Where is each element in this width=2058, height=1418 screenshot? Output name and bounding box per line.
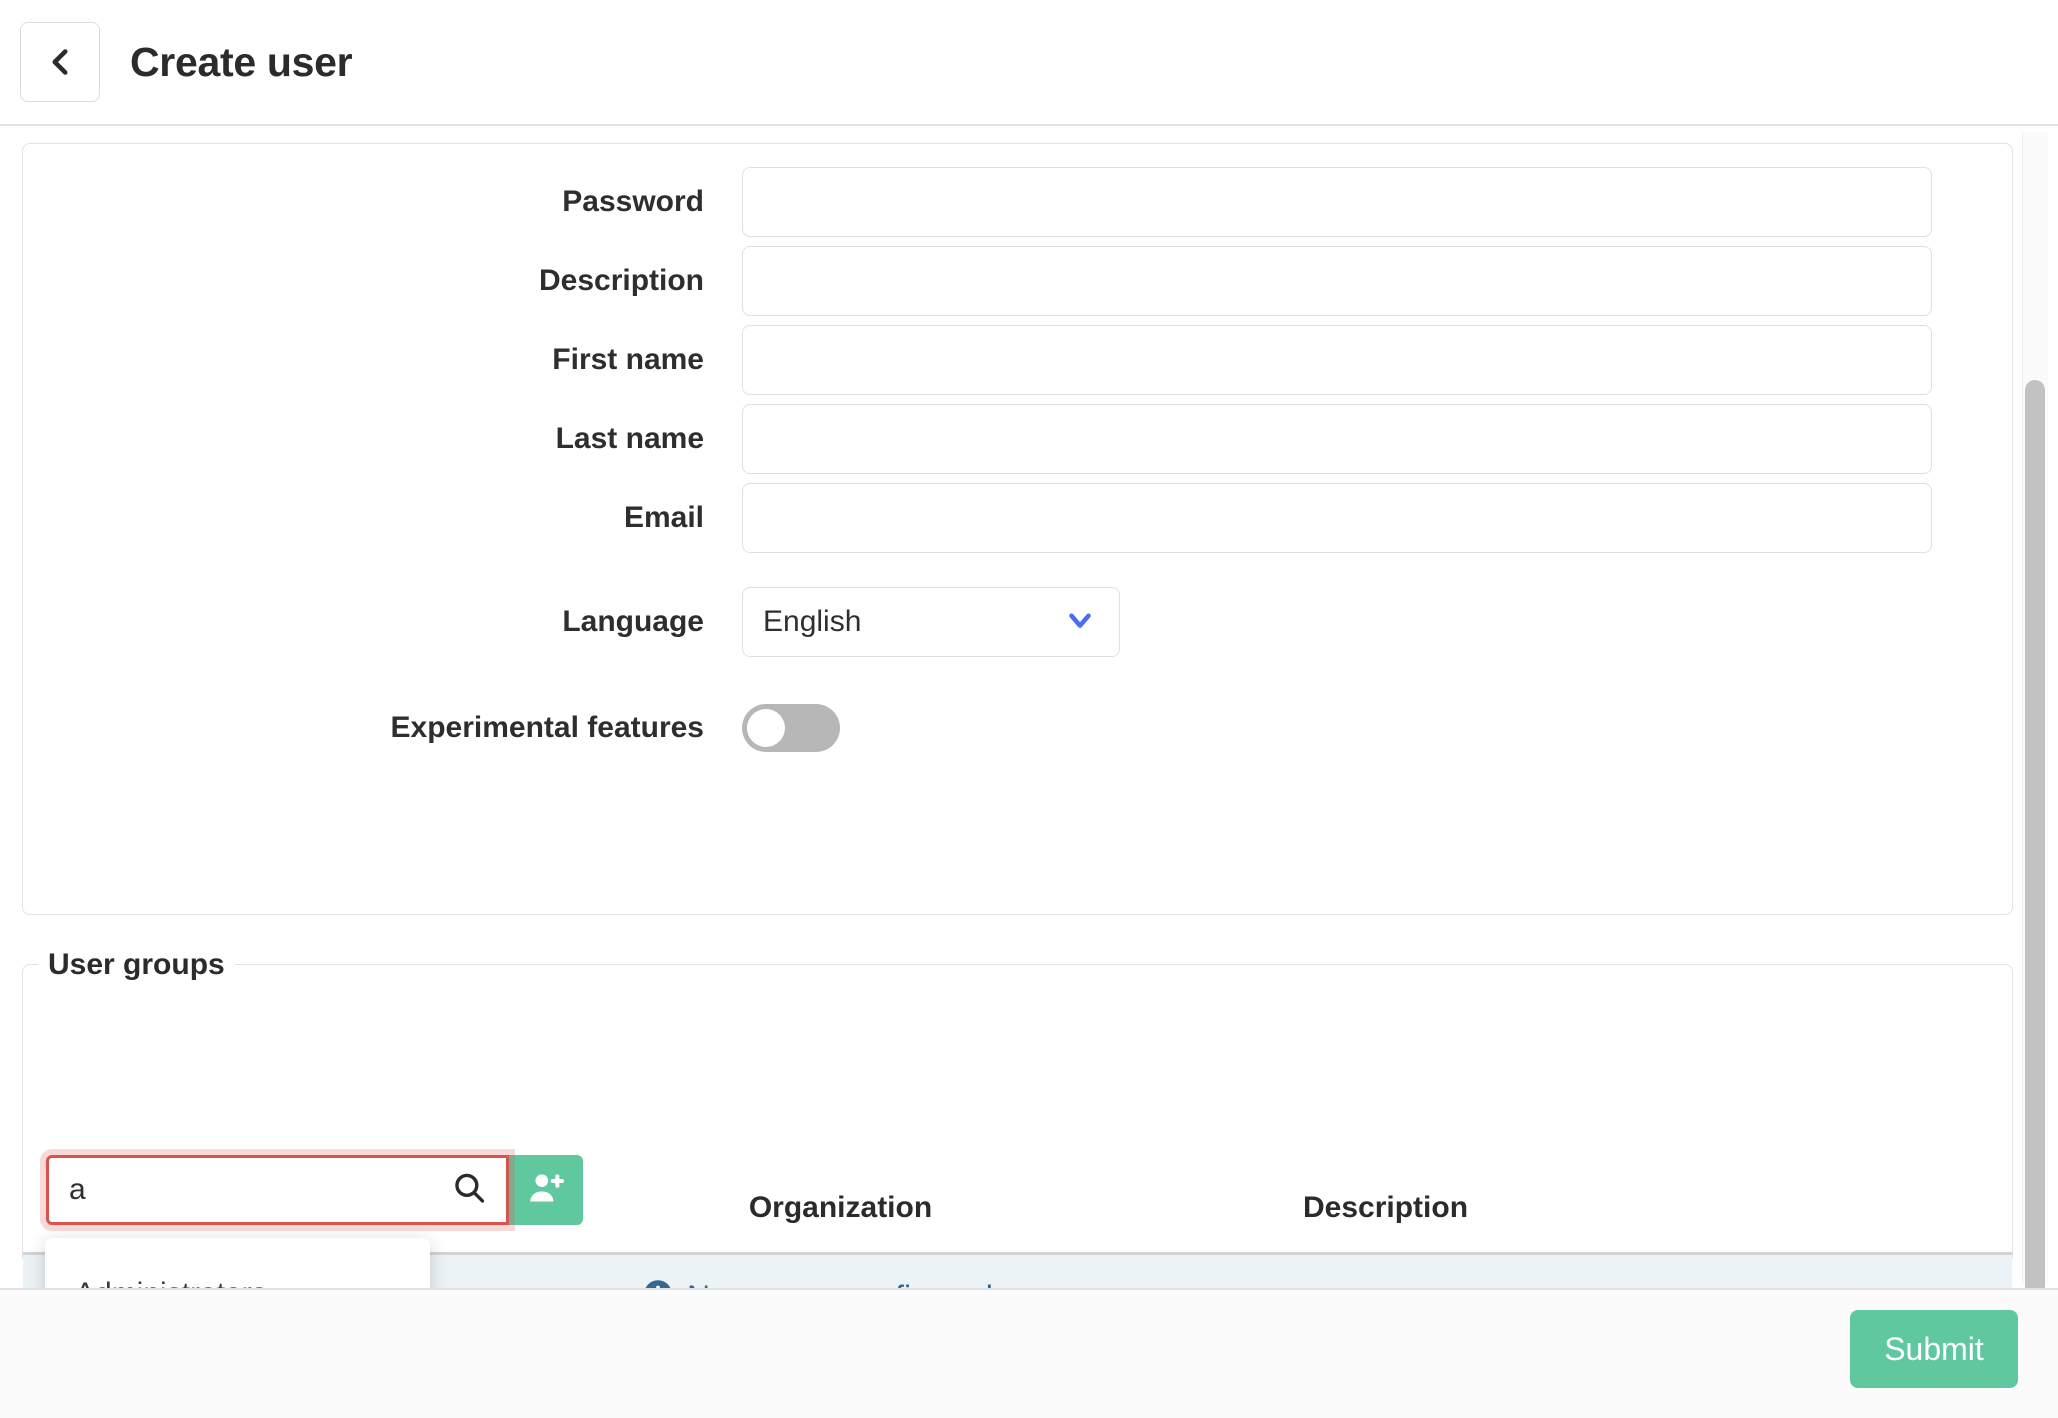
field-row-first-name: First name (22, 325, 2013, 395)
toggle-knob (747, 709, 785, 747)
email-input[interactable] (742, 483, 1932, 553)
suggestion-item-administrators[interactable]: Administrators (45, 1264, 430, 1288)
chevron-down-icon (1063, 603, 1097, 642)
field-row-experimental-features: Experimental features (22, 704, 2013, 752)
group-search-input[interactable] (49, 1158, 506, 1222)
vertical-scrollbar-thumb[interactable] (2025, 380, 2045, 1310)
language-select[interactable]: English (742, 587, 1120, 657)
description-input[interactable] (742, 246, 1932, 316)
field-row-language: Language English (22, 587, 2013, 657)
field-row-password: Password (22, 167, 2013, 237)
field-row-email: Email (22, 483, 2013, 553)
page-footer: Submit (0, 1288, 2058, 1418)
group-search-field (46, 1155, 509, 1225)
group-search-wrap (46, 1155, 583, 1225)
back-button[interactable] (20, 22, 100, 102)
page-header: Create user (0, 0, 2058, 126)
add-group-button[interactable] (509, 1155, 583, 1225)
label-password: Password (562, 185, 704, 218)
label-experimental-features: Experimental features (390, 711, 704, 744)
page-title: Create user (130, 38, 353, 85)
first-name-input[interactable] (742, 325, 1932, 395)
language-selected-value: English (763, 605, 862, 638)
label-last-name: Last name (555, 422, 704, 455)
group-suggestions-dropdown: Administrators Managers Reader (45, 1238, 430, 1288)
label-language: Language (562, 605, 704, 638)
label-description: Description (538, 264, 704, 297)
submit-button[interactable]: Submit (1850, 1310, 2018, 1388)
password-input[interactable] (742, 167, 1932, 237)
empty-state-message: No groups configured (643, 1279, 993, 1288)
form-scroll-area: Password Description First name Last nam… (0, 126, 2058, 1288)
search-icon[interactable] (452, 1171, 486, 1210)
user-plus-icon (526, 1169, 566, 1212)
experimental-features-toggle[interactable] (742, 704, 840, 752)
chevron-left-icon (39, 41, 81, 83)
column-header-description: Description (1302, 1190, 1469, 1224)
info-circle-icon (643, 1279, 673, 1288)
label-email: Email (623, 501, 704, 534)
field-row-description: Description (22, 246, 2013, 316)
column-header-organization: Organization (748, 1190, 933, 1224)
field-row-last-name: Last name (22, 404, 2013, 474)
empty-state-text: No groups configured (687, 1279, 993, 1288)
last-name-input[interactable] (742, 404, 1932, 474)
label-first-name: First name (552, 343, 704, 376)
user-groups-legend: User groups (38, 948, 235, 982)
